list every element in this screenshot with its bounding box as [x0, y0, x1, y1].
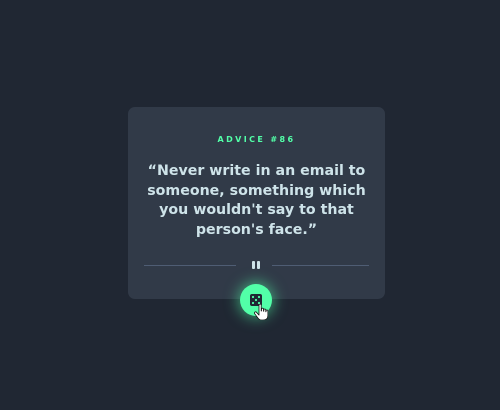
advice-card: ADVICE #86 “Never write in an email to s… [128, 107, 385, 299]
pause-icon [251, 261, 261, 269]
pattern-divider [144, 259, 369, 271]
divider-line-left [144, 265, 236, 266]
dice-icon [250, 294, 262, 306]
advice-id-label: ADVICE #86 [217, 135, 296, 144]
advice-quote: “Never write in an email to someone, som… [147, 163, 366, 238]
divider-line-right [272, 265, 369, 266]
new-advice-button[interactable] [240, 284, 272, 316]
advice-app: ADVICE #86 “Never write in an email to s… [0, 0, 500, 410]
